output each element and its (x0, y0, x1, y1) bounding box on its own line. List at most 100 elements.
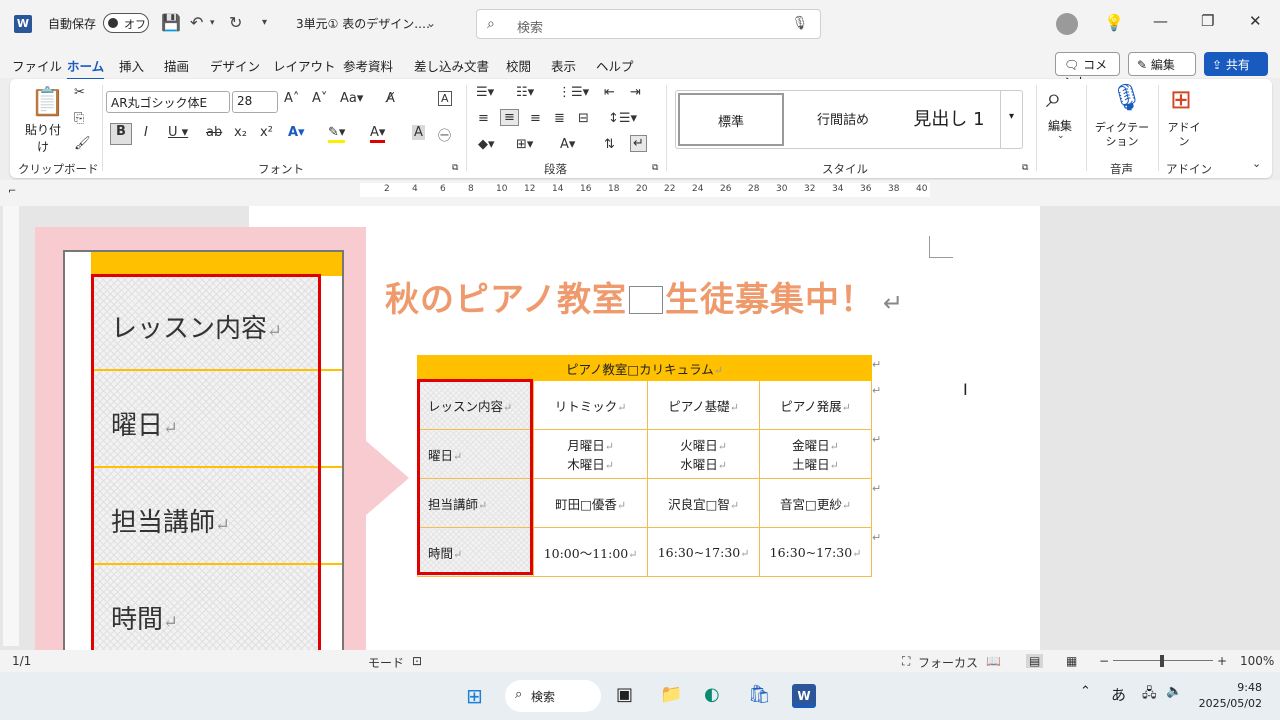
table-cell[interactable]: 月曜日↵ 木曜日↵ (532, 429, 649, 479)
microphone-icon[interactable]: 🎙 (1110, 83, 1143, 113)
multilevel-list-icon[interactable]: ⋮☰▾ (558, 85, 589, 100)
align-center-icon[interactable]: ≡ (500, 109, 519, 126)
save-icon[interactable]: 💾 (161, 13, 181, 32)
tab-help[interactable]: ヘルプ (596, 56, 634, 75)
increase-indent-icon[interactable]: ⇥ (630, 85, 641, 100)
tab-insert[interactable]: 挿入 (119, 56, 144, 75)
microphone-icon[interactable]: 🎙 (791, 16, 808, 31)
horizontal-ruler[interactable]: 2 4 6 8 10 12 14 16 18 20 22 24 26 28 30 32 34 36 38 40 (360, 183, 930, 197)
tab-mailings[interactable]: 差し込み文書 (414, 56, 489, 75)
decrease-indent-icon[interactable]: ⇤ (604, 85, 615, 100)
table-cell[interactable]: 金曜日↵ 土曜日↵ (759, 429, 872, 479)
underline-icon[interactable]: U ▾ (168, 125, 188, 140)
edit-mode-button[interactable]: ✎ 編集 (1128, 52, 1196, 76)
enclose-characters-icon[interactable]: ㊀ (438, 125, 451, 144)
line-spacing-icon[interactable]: ↕☰▾ (608, 111, 637, 126)
ime-indicator[interactable]: あ (1111, 684, 1126, 705)
tab-file[interactable]: ファイル (12, 56, 62, 75)
file-explorer-icon[interactable]: 📁 (660, 684, 682, 705)
table-cell[interactable]: 10:00～11:00↵ (532, 527, 649, 577)
focus-icon[interactable]: ⛶ (902, 654, 910, 669)
character-shading-icon[interactable]: A (412, 125, 425, 140)
highlight-icon[interactable]: ✎▾ (328, 125, 346, 143)
subscript-icon[interactable]: x₂ (234, 125, 247, 140)
paragraph-dialog-launcher-icon[interactable]: ⧉ (652, 163, 658, 173)
word-taskbar-icon[interactable]: W (792, 684, 816, 708)
row-label-cell[interactable]: 担当講師↵ (417, 478, 534, 528)
table-cell[interactable]: 16:30~17:30↵ (647, 527, 761, 577)
focus-button[interactable]: フォーカス (918, 654, 978, 671)
tab-view[interactable]: 表示 (551, 56, 576, 75)
row-label-cell[interactable]: 時間↵ (417, 527, 534, 577)
row-label-cell[interactable]: 曜日↵ (417, 429, 534, 479)
table-cell[interactable]: ピアノ発展↵ (759, 380, 872, 430)
italic-icon[interactable]: I (144, 125, 148, 140)
chevron-down-icon[interactable]: ⌄ (1057, 131, 1065, 141)
curriculum-table[interactable]: ピアノ教室□カリキュラム↵ レッスン内容↵ リトミック↵ ピアノ基礎↵ ピアノ発… (417, 355, 872, 577)
chevron-up-icon[interactable]: ⌃ (1080, 684, 1091, 699)
clipboard-icon[interactable]: 📋 (30, 85, 65, 118)
customize-toolbar-icon[interactable]: ▾ (262, 17, 267, 28)
minimize-icon[interactable]: — (1153, 12, 1168, 30)
undo-icon[interactable]: ↶ (190, 13, 203, 32)
task-view-icon[interactable]: ▣ (616, 684, 633, 705)
read-mode-icon[interactable]: 📖 (986, 654, 1001, 668)
headline[interactable]: 秋のピアノ教室 生徒募集中！ ↵ (385, 272, 904, 321)
table-cell[interactable]: 沢良宜□智↵ (647, 478, 761, 528)
clock[interactable]: 9:48 2025/05/02 (1199, 680, 1262, 712)
show-formatting-icon[interactable]: ↵ (630, 135, 647, 152)
dictate-button[interactable]: ディクテーション (1094, 121, 1150, 149)
table-header-cell[interactable]: ピアノ教室□カリキュラム↵ (417, 355, 872, 381)
borders-icon[interactable]: ⊞▾ (516, 137, 533, 152)
collapse-ribbon-icon[interactable]: ⌄ (1252, 157, 1261, 170)
align-left-icon[interactable]: ≡ (478, 111, 489, 126)
comment-button[interactable]: 🗨 コメント (1055, 52, 1120, 89)
tab-review[interactable]: 校閲 (506, 56, 531, 75)
row-label-cell[interactable]: レッスン内容↵ (417, 380, 534, 430)
strikethrough-icon[interactable]: ab (206, 125, 222, 140)
zoom-in-icon[interactable]: + (1217, 654, 1227, 668)
styles-dialog-launcher-icon[interactable]: ⧉ (1022, 163, 1028, 173)
superscript-icon[interactable]: x² (260, 125, 273, 140)
character-border-icon[interactable]: A (438, 91, 452, 106)
bold-icon[interactable]: B (110, 123, 132, 145)
font-dialog-launcher-icon[interactable]: ⧉ (452, 163, 458, 173)
table-cell[interactable]: ピアノ基礎↵ (647, 380, 761, 430)
style-no-spacing[interactable]: 行間詰め (788, 93, 898, 146)
web-layout-icon[interactable]: ▦ (1066, 654, 1077, 668)
zoom-slider-thumb[interactable] (1160, 655, 1164, 667)
edge-icon[interactable]: ◐ (704, 684, 720, 705)
shading-icon[interactable]: ◆▾ (478, 137, 495, 152)
tab-draw[interactable]: 描画 (164, 56, 189, 75)
change-case-icon[interactable]: Aa▾ (340, 91, 363, 106)
distribute-icon[interactable]: ⊟ (578, 111, 589, 126)
sort-icon[interactable]: ⇅ (604, 137, 615, 152)
find-icon[interactable]: ⌕ (1046, 81, 1062, 115)
font-size-select[interactable]: 28 (232, 91, 278, 113)
lightbulb-icon[interactable]: 💡 (1104, 13, 1124, 32)
zoom-out-icon[interactable]: − (1099, 654, 1109, 668)
mode-indicator[interactable]: モード (368, 654, 404, 671)
paste-button[interactable]: 貼り付け (20, 121, 66, 155)
document-title[interactable]: 3単元① 表のデザイン.… (296, 15, 430, 32)
addins-button[interactable]: アドイン (1166, 121, 1202, 149)
restore-icon[interactable]: ❐ (1201, 12, 1214, 30)
autosave-toggle[interactable]: オフ (103, 13, 149, 33)
numbering-icon[interactable]: ☷▾ (516, 85, 534, 100)
style-normal[interactable]: 標準 (678, 93, 784, 146)
addins-icon[interactable]: ⊞ (1170, 85, 1192, 115)
tab-layout[interactable]: レイアウト (273, 56, 336, 75)
accessibility-icon[interactable]: ⊡ (412, 654, 422, 668)
cut-icon[interactable]: ✂ (74, 85, 85, 100)
store-icon[interactable]: 🛍 (748, 684, 771, 705)
zoom-level[interactable]: 100% (1240, 654, 1274, 668)
clear-formatting-icon[interactable]: A̸ (386, 91, 395, 106)
bullets-icon[interactable]: ☰▾ (476, 85, 494, 100)
shrink-font-icon[interactable]: A˅ (312, 91, 327, 106)
font-name-select[interactable]: AR丸ゴシック体E (106, 91, 230, 113)
volume-icon[interactable]: 🔈 (1166, 684, 1182, 699)
text-effects-icon[interactable]: A▾ (288, 125, 305, 140)
align-right-icon[interactable]: ≡ (530, 111, 541, 126)
start-icon[interactable]: ⊞ (466, 684, 483, 708)
table-cell[interactable]: リトミック↵ (532, 380, 649, 430)
